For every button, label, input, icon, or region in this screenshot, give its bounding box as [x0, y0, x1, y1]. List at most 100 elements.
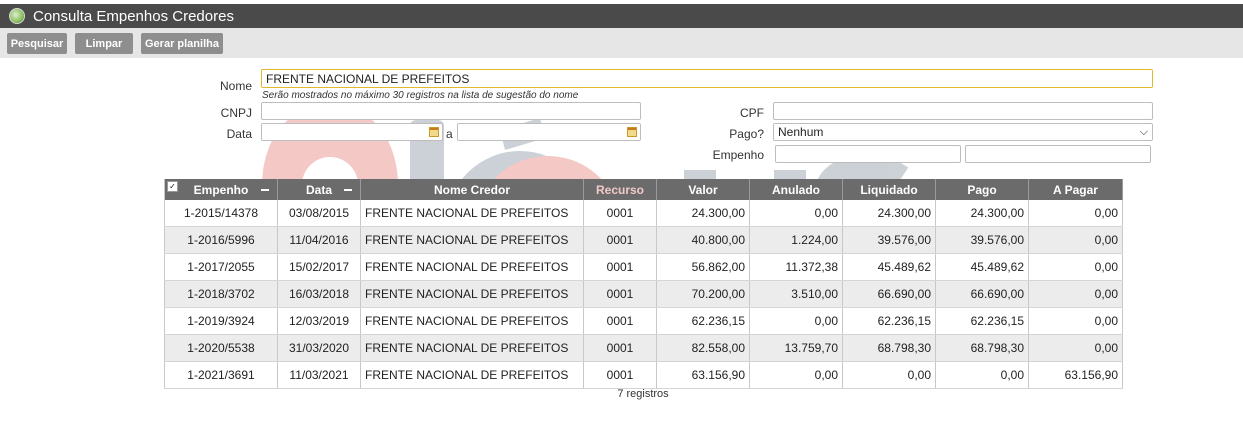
- header-a-pagar-label: A Pagar: [1053, 182, 1098, 197]
- table-row[interactable]: 1-2018/3702 16/03/2018 FRENTE NACIONAL DE …: [164, 280, 1123, 308]
- header-valor-label: Valor: [688, 182, 718, 197]
- collapse-column-icon[interactable]: [344, 189, 352, 191]
- cell-nome-credor: FRENTE NACIONAL DE PREFEITOS: [360, 361, 584, 389]
- data-label: Data: [226, 127, 252, 141]
- cell-nome-credor: FRENTE NACIONAL DE PREFEITOS: [360, 226, 584, 254]
- window-title: Consulta Empenhos Credores: [33, 7, 234, 25]
- cell-nome-credor: FRENTE NACIONAL DE PREFEITOS: [360, 280, 584, 308]
- header-anulado[interactable]: Anulado: [749, 179, 843, 200]
- cell-a-pagar: 0,00: [1028, 253, 1123, 281]
- empenho-label: Empenho: [712, 148, 764, 162]
- chevron-down-icon: ⌵: [1139, 126, 1148, 138]
- cell-a-pagar: 0,00: [1028, 334, 1123, 362]
- cell-pago: 39.576,00: [935, 226, 1029, 254]
- cell-empenho: 1-2020/5538: [164, 334, 278, 362]
- header-liquidado[interactable]: Liquidado: [842, 179, 936, 200]
- cell-anulado: 13.759,70: [749, 334, 843, 362]
- cpf-input[interactable]: [773, 102, 1153, 120]
- cell-pago: 62.236,15: [935, 307, 1029, 335]
- app-globe-icon: [9, 8, 25, 24]
- table-row[interactable]: 1-2015/14378 03/08/2015 FRENTE NACIONAL DE…: [164, 200, 1123, 227]
- cell-valor: 24.300,00: [656, 200, 750, 227]
- cpf-label: CPF: [740, 106, 764, 120]
- cell-pago: 0,00: [935, 361, 1029, 389]
- cell-a-pagar: 0,00: [1028, 226, 1123, 254]
- cell-data: 12/03/2019: [277, 307, 361, 335]
- cell-recurso: 0001: [583, 307, 657, 335]
- cell-liquidado: 62.236,15: [842, 307, 936, 335]
- cell-data: 11/03/2021: [277, 361, 361, 389]
- pago-select[interactable]: Nenhum ⌵: [773, 123, 1153, 141]
- cnpj-input[interactable]: [261, 102, 641, 120]
- header-pago[interactable]: Pago: [935, 179, 1029, 200]
- cell-a-pagar: 63.156,90: [1028, 361, 1123, 389]
- clear-button[interactable]: Limpar: [75, 33, 133, 54]
- cell-data: 16/03/2018: [277, 280, 361, 308]
- cell-valor: 40.800,00: [656, 226, 750, 254]
- empenho-to-input[interactable]: [965, 145, 1151, 163]
- cell-data: 15/02/2017: [277, 253, 361, 281]
- cell-nome-credor: FRENTE NACIONAL DE PREFEITOS: [360, 307, 584, 335]
- cell-valor: 56.862,00: [656, 253, 750, 281]
- pago-label: Pago?: [729, 127, 764, 141]
- header-empenho-label: Empenho: [193, 182, 249, 197]
- header-empenho[interactable]: ✓ Empenho: [164, 179, 278, 200]
- cell-liquidado: 39.576,00: [842, 226, 936, 254]
- cell-recurso: 0001: [583, 361, 657, 389]
- cell-recurso: 0001: [583, 280, 657, 308]
- date-to-input[interactable]: [457, 123, 641, 141]
- cell-empenho: 1-2019/3924: [164, 307, 278, 335]
- cell-anulado: 0,00: [749, 361, 843, 389]
- results-table: ✓ Empenho Data Nome Credor Recurso Valor…: [164, 179, 1123, 389]
- cell-anulado: 1.224,00: [749, 226, 843, 254]
- nome-input[interactable]: FRENTE NACIONAL DE PREFEITOS: [261, 69, 1153, 88]
- cell-anulado: 3.510,00: [749, 280, 843, 308]
- cell-valor: 82.558,00: [656, 334, 750, 362]
- select-all-checkbox[interactable]: ✓: [167, 181, 178, 192]
- record-count: 7 registros: [617, 388, 669, 400]
- export-spreadsheet-button[interactable]: Gerar planilha: [141, 33, 223, 54]
- header-liquidado-label: Liquidado: [860, 182, 918, 197]
- cell-empenho: 1-2015/14378: [164, 200, 278, 227]
- cell-pago: 66.690,00: [935, 280, 1029, 308]
- cell-a-pagar: 0,00: [1028, 307, 1123, 335]
- header-nome-credor[interactable]: Nome Credor: [360, 179, 584, 200]
- cell-pago: 24.300,00: [935, 200, 1029, 227]
- cell-a-pagar: 0,00: [1028, 280, 1123, 308]
- empenho-from-input[interactable]: [775, 145, 961, 163]
- header-anulado-label: Anulado: [772, 182, 820, 197]
- cell-pago: 68.798,30: [935, 334, 1029, 362]
- date-separator: a: [446, 127, 453, 141]
- cell-recurso: 0001: [583, 253, 657, 281]
- header-data[interactable]: Data: [277, 179, 361, 200]
- nome-hint: Serão mostrados no máximo 30 registros n…: [262, 90, 579, 101]
- cell-liquidado: 0,00: [842, 361, 936, 389]
- cell-data: 31/03/2020: [277, 334, 361, 362]
- search-button[interactable]: Pesquisar: [7, 33, 67, 54]
- table-row[interactable]: 1-2021/3691 11/03/2021 FRENTE NACIONAL DE …: [164, 361, 1123, 389]
- header-nome-credor-label: Nome Credor: [433, 182, 510, 197]
- calendar-icon[interactable]: [429, 127, 439, 137]
- table-row[interactable]: 1-2016/5996 11/04/2016 FRENTE NACIONAL DE …: [164, 226, 1123, 254]
- cell-a-pagar: 0,00: [1028, 200, 1123, 227]
- cell-anulado: 0,00: [749, 200, 843, 227]
- cell-empenho: 1-2021/3691: [164, 361, 278, 389]
- cell-nome-credor: FRENTE NACIONAL DE PREFEITOS: [360, 200, 584, 227]
- header-recurso-label: Recurso: [595, 182, 645, 197]
- header-valor[interactable]: Valor: [656, 179, 750, 200]
- table-row[interactable]: 1-2019/3924 12/03/2019 FRENTE NACIONAL DE …: [164, 307, 1123, 335]
- cell-nome-credor: FRENTE NACIONAL DE PREFEITOS: [360, 253, 584, 281]
- calendar-icon[interactable]: [627, 127, 637, 137]
- nome-label: Nome: [219, 79, 252, 93]
- date-from-input[interactable]: [261, 123, 443, 141]
- cell-pago: 45.489,62: [935, 253, 1029, 281]
- header-recurso[interactable]: Recurso: [583, 179, 657, 200]
- table-row[interactable]: 1-2017/2055 15/02/2017 FRENTE NACIONAL DE …: [164, 253, 1123, 281]
- collapse-column-icon[interactable]: [261, 189, 269, 191]
- header-a-pagar[interactable]: A Pagar: [1028, 179, 1123, 200]
- table-row[interactable]: 1-2020/5538 31/03/2020 FRENTE NACIONAL DE …: [164, 334, 1123, 362]
- toolbar: Pesquisar Limpar Gerar planilha: [0, 28, 1243, 58]
- cell-empenho: 1-2016/5996: [164, 226, 278, 254]
- header-pago-label: Pago: [967, 182, 997, 197]
- cell-recurso: 0001: [583, 334, 657, 362]
